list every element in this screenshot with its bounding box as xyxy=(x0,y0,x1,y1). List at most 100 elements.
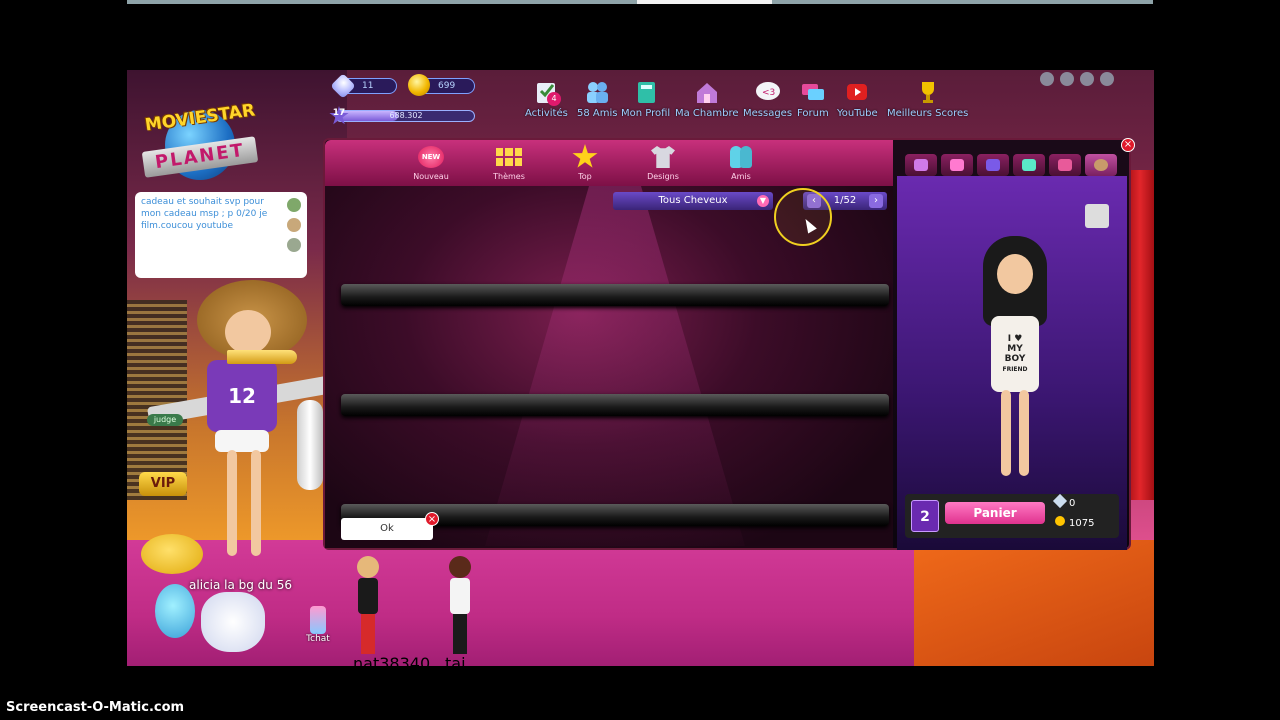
moviestar-planet-logo[interactable]: MOVIESTAR PLANET xyxy=(129,100,269,180)
tab-shoes[interactable] xyxy=(1013,154,1045,176)
shirt-text: FRIEND xyxy=(1002,366,1028,373)
level-number: 17 xyxy=(332,108,346,118)
nav-forum[interactable]: Forum xyxy=(797,78,829,119)
nav-label: Forum xyxy=(797,108,829,119)
gear-icon[interactable] xyxy=(1080,72,1094,86)
cart-diamonds-value: 0 xyxy=(1069,498,1076,509)
cart-coins-value: 1075 xyxy=(1069,518,1095,529)
nav-highscores[interactable]: Meilleurs Scores xyxy=(887,78,968,119)
svg-text:<3: <3 xyxy=(762,88,775,98)
friends-icon xyxy=(583,78,611,106)
chat-avatar-icon xyxy=(287,218,301,232)
next-page-button[interactable]: › xyxy=(869,194,883,208)
coin-icon xyxy=(1055,516,1065,526)
avatar-shirt: I ♥ MY BOY FRIEND xyxy=(991,316,1039,392)
xp-text: 688.302 xyxy=(389,111,423,120)
avatar-legs xyxy=(361,614,375,654)
pet-bubble-icon[interactable] xyxy=(155,584,195,638)
avatar-skirt xyxy=(215,430,269,452)
coin-icon xyxy=(408,74,430,96)
tchat-button[interactable]: Tchat xyxy=(303,606,333,644)
activities-badge: 4 xyxy=(547,92,561,106)
player-avatar[interactable]: 12 xyxy=(197,270,307,560)
friends-icon xyxy=(728,144,754,170)
tab-label: Amis xyxy=(731,172,751,181)
chevron-down-icon: ▼ xyxy=(757,195,769,207)
profile-icon xyxy=(632,78,660,106)
filter-value: Tous Cheveux xyxy=(658,195,728,206)
nav-label: Ma Chambre xyxy=(675,108,739,119)
tab-themes[interactable]: Thèmes xyxy=(479,144,539,181)
tab-dresses[interactable] xyxy=(905,154,937,176)
shopping-bag-icon[interactable]: 2 xyxy=(911,500,939,532)
browser-strip xyxy=(127,0,1153,4)
chat-message: cadeau et souhait svp pour mon cadeau ms… xyxy=(141,197,268,231)
logout-icon[interactable] xyxy=(1100,72,1114,86)
tshirt-icon xyxy=(651,146,675,168)
cart-diamonds: 0 xyxy=(1052,493,1076,509)
avatar-head xyxy=(449,556,471,578)
tab-accessories[interactable] xyxy=(1049,154,1081,176)
tab-hair[interactable] xyxy=(1085,154,1117,176)
category-tabs xyxy=(905,154,1117,176)
avatar-tai-la-vrai1[interactable]: tai la vrai1 xyxy=(445,556,475,666)
chat-avatar-icon xyxy=(287,198,301,212)
chat-log: cadeau et souhait svp pour mon cadeau ms… xyxy=(135,192,307,278)
tab-top[interactable]: Top xyxy=(555,144,615,181)
stage-floor xyxy=(914,540,1154,666)
nav-label: Messages xyxy=(743,108,793,119)
recorder-watermark: Screencast-O-Matic.com xyxy=(6,700,185,715)
tab-pants[interactable] xyxy=(977,154,1009,176)
hair-filter-dropdown[interactable]: Tous Cheveux ▼ xyxy=(613,192,773,210)
avatar-name: tai la vrai1 xyxy=(445,654,466,666)
forum-icon xyxy=(799,78,827,106)
avatar-legs xyxy=(453,614,467,654)
themes-grid-icon xyxy=(496,148,522,166)
avatar-nat38340[interactable]: nat38340 xyxy=(353,556,430,666)
nav-activities[interactable]: 4 Activités xyxy=(525,78,568,119)
nav-profile[interactable]: Mon Profil xyxy=(621,78,670,119)
nav-label: 58 Amis xyxy=(577,108,618,119)
shirt-text: MY xyxy=(1007,344,1023,354)
settings-icon[interactable] xyxy=(1060,72,1074,86)
avatar-jersey: 12 xyxy=(207,360,277,432)
wardrobe-icon[interactable] xyxy=(1085,204,1109,228)
tab-label: Designs xyxy=(647,172,679,181)
tab-nouveau[interactable]: NEW Nouveau xyxy=(401,144,461,181)
nav-messages[interactable]: <3 Messages xyxy=(743,78,792,119)
ok-button[interactable]: Ok xyxy=(341,518,433,540)
screen: MOVIESTAR PLANET 11 699 688.302 17 4 Act… xyxy=(0,0,1280,720)
nav-room[interactable]: Ma Chambre xyxy=(675,78,739,119)
tab-label: Nouveau xyxy=(413,172,449,181)
tab-amis[interactable]: Amis xyxy=(711,144,771,181)
nav-friends[interactable]: 58 Amis xyxy=(577,78,617,119)
youtube-icon xyxy=(843,78,871,106)
tchat-icon xyxy=(310,606,326,634)
shelf xyxy=(341,284,889,306)
tchat-label: Tchat xyxy=(306,634,330,644)
nav-label: YouTube xyxy=(837,108,878,119)
tab-tops[interactable] xyxy=(941,154,973,176)
room-icon xyxy=(693,78,721,106)
diamonds-counter: 11 xyxy=(330,73,397,99)
shirt-text: BOY xyxy=(1004,354,1026,364)
preview-avatar: I ♥ MY BOY FRIEND xyxy=(975,236,1055,486)
window-blinds xyxy=(127,300,187,500)
avatar-leg xyxy=(227,450,237,556)
nav-label: Mon Profil xyxy=(621,108,671,119)
close-icon[interactable]: × xyxy=(1121,138,1135,152)
vip-badge[interactable]: VIP xyxy=(139,472,187,496)
piggy-bank-icon[interactable] xyxy=(141,534,203,574)
play-icon[interactable] xyxy=(1040,72,1054,86)
avatar-name: nat38340 xyxy=(353,654,430,666)
tab-designs[interactable]: Designs xyxy=(633,144,693,181)
avatar-face xyxy=(997,254,1033,294)
messages-icon: <3 xyxy=(754,78,782,106)
pet-cat-icon[interactable] xyxy=(201,592,265,652)
coins-counter: 699 xyxy=(408,74,475,96)
avatar-leg xyxy=(1001,390,1011,476)
nav-youtube[interactable]: YouTube xyxy=(837,78,878,119)
star-icon xyxy=(572,144,598,168)
close-icon[interactable]: × xyxy=(425,512,439,526)
cart-button[interactable]: Panier xyxy=(945,502,1045,524)
